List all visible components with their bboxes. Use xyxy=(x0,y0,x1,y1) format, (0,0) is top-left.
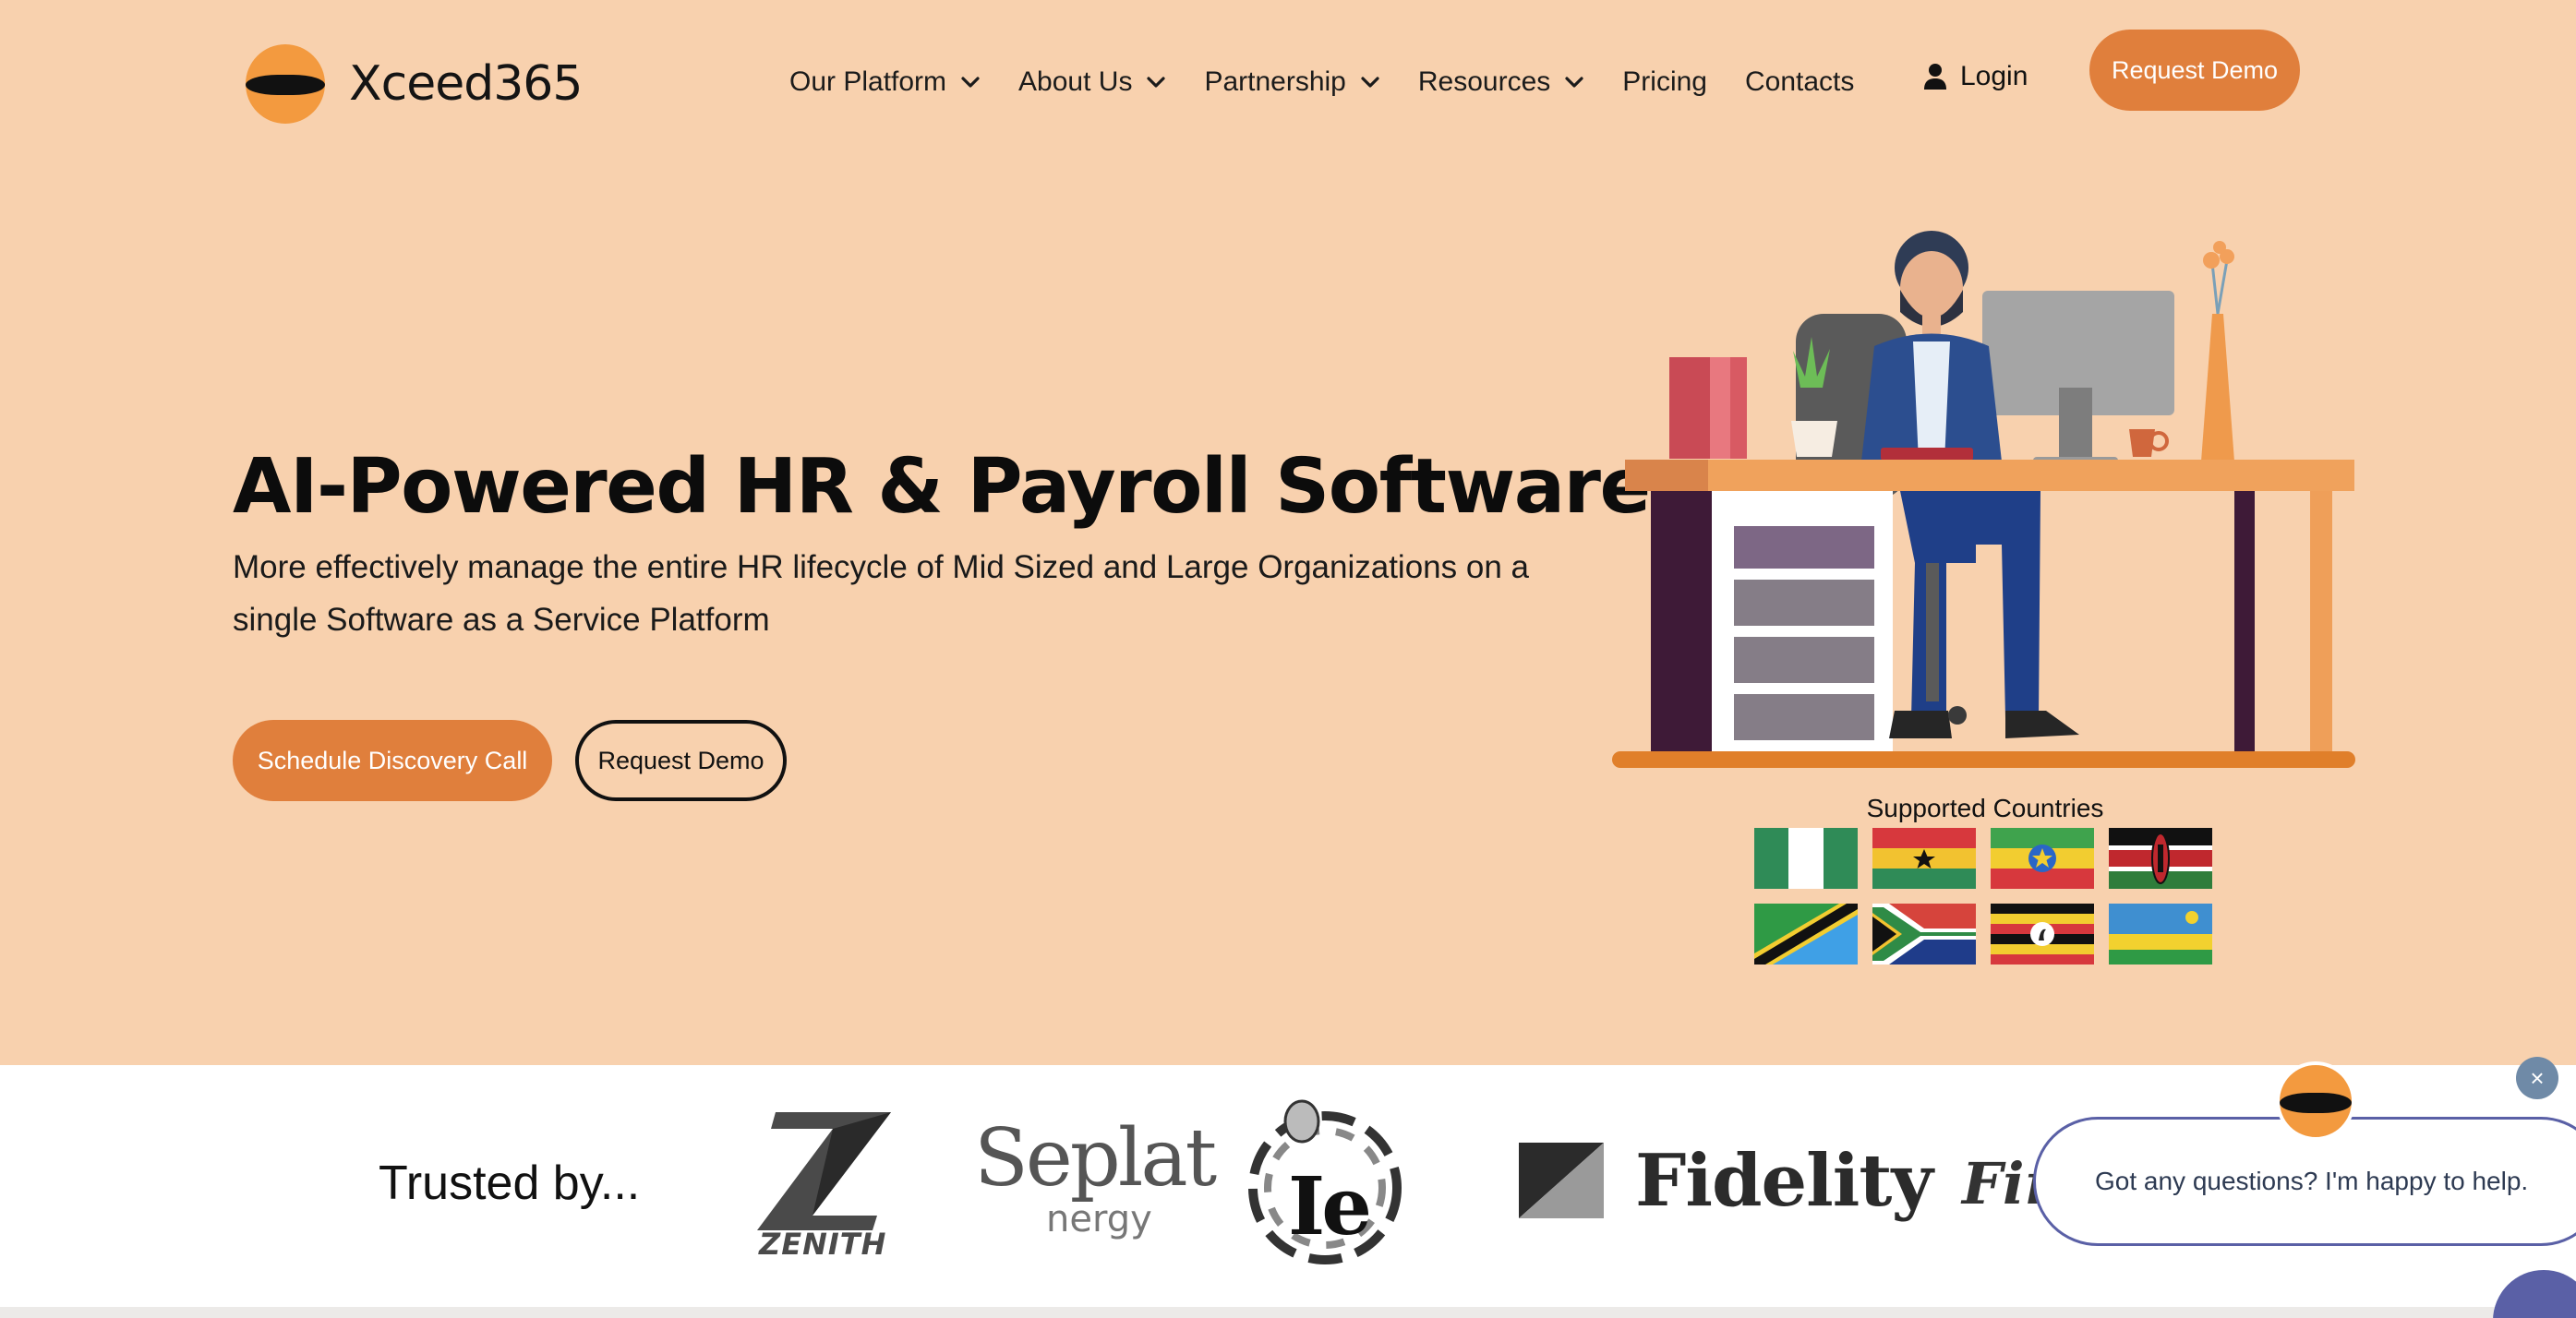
login-link[interactable]: Login xyxy=(1923,61,2028,92)
fidelity-logo-text: Fidelity xyxy=(1635,1139,1933,1223)
nav-item-label: Contacts xyxy=(1744,66,1855,97)
hero-title: AI-Powered HR & Payroll Software xyxy=(233,443,1651,531)
seplat-logo: Seplat nergy xyxy=(974,1112,1217,1240)
hero-request-demo-button[interactable]: Request Demo xyxy=(575,720,787,801)
hero-subtitle: More effectively manage the entire HR li… xyxy=(233,549,1529,638)
nigeria-flag xyxy=(1754,828,1858,889)
nav-item-label: Resources xyxy=(1417,66,1551,97)
zenith-logo: ZENITH xyxy=(757,1112,896,1264)
rwanda-flag xyxy=(2109,904,2212,965)
zenith-logo-text: ZENITH xyxy=(759,1227,887,1262)
ie-logo: Ie xyxy=(1242,1084,1408,1288)
logo-mark-icon xyxy=(246,44,325,124)
south-africa-flag xyxy=(1872,904,1976,965)
brand-logo[interactable]: Xceed365 xyxy=(246,44,583,124)
nav-item-pricing[interactable]: Pricing xyxy=(1622,66,1707,98)
hr-desk-illustration xyxy=(1612,231,2355,768)
close-icon[interactable]: × xyxy=(2516,1057,2558,1099)
tanzania-flag xyxy=(1754,904,1858,965)
nav-item-partnership[interactable]: Partnership xyxy=(1204,66,1380,98)
seplat-logo-text: Seplat xyxy=(974,1112,1217,1204)
nav-item-label: Partnership xyxy=(1204,66,1346,97)
uganda-flag xyxy=(1991,904,2094,965)
chevron-down-icon xyxy=(1565,77,1583,88)
chevron-down-icon xyxy=(961,77,980,88)
nav-item-label: Our Platform xyxy=(789,66,947,97)
seplat-logo-subtext: nergy xyxy=(1046,1198,1152,1240)
nav-item-label: About Us xyxy=(1018,66,1133,97)
trusted-by-label: Trusted by... xyxy=(379,1156,641,1210)
main-nav: Our Platform About Us Partnership Resour… xyxy=(789,66,1892,98)
supported-countries-label: Supported Countries xyxy=(1866,794,2104,822)
user-icon xyxy=(1924,64,1946,90)
nav-item-label: Pricing xyxy=(1622,66,1707,97)
kenya-flag xyxy=(2109,828,2212,889)
chat-greeting-text: Got any questions? I'm happy to help. xyxy=(2095,1167,2529,1195)
nav-item-contacts[interactable]: Contacts xyxy=(1745,66,1854,98)
nav-item-our-platform[interactable]: Our Platform xyxy=(789,66,981,98)
country-flags xyxy=(1754,828,2212,965)
nav-item-resources[interactable]: Resources xyxy=(1418,66,1585,98)
chevron-down-icon xyxy=(1147,77,1166,88)
ethiopia-flag xyxy=(1991,828,2094,889)
header-request-demo-button[interactable]: Request Demo xyxy=(2089,30,2300,111)
chat-avatar-icon xyxy=(2276,1061,2355,1141)
brand-name: Xceed365 xyxy=(349,56,583,112)
schedule-discovery-call-button[interactable]: Schedule Discovery Call xyxy=(233,720,552,801)
nav-item-about-us[interactable]: About Us xyxy=(1018,66,1167,98)
ghana-flag xyxy=(1872,828,1976,889)
ie-logo-text: Ie xyxy=(1288,1160,1372,1253)
chevron-down-icon xyxy=(1361,77,1379,88)
section-divider xyxy=(0,1307,2576,1318)
login-label: Login xyxy=(1960,61,2028,91)
